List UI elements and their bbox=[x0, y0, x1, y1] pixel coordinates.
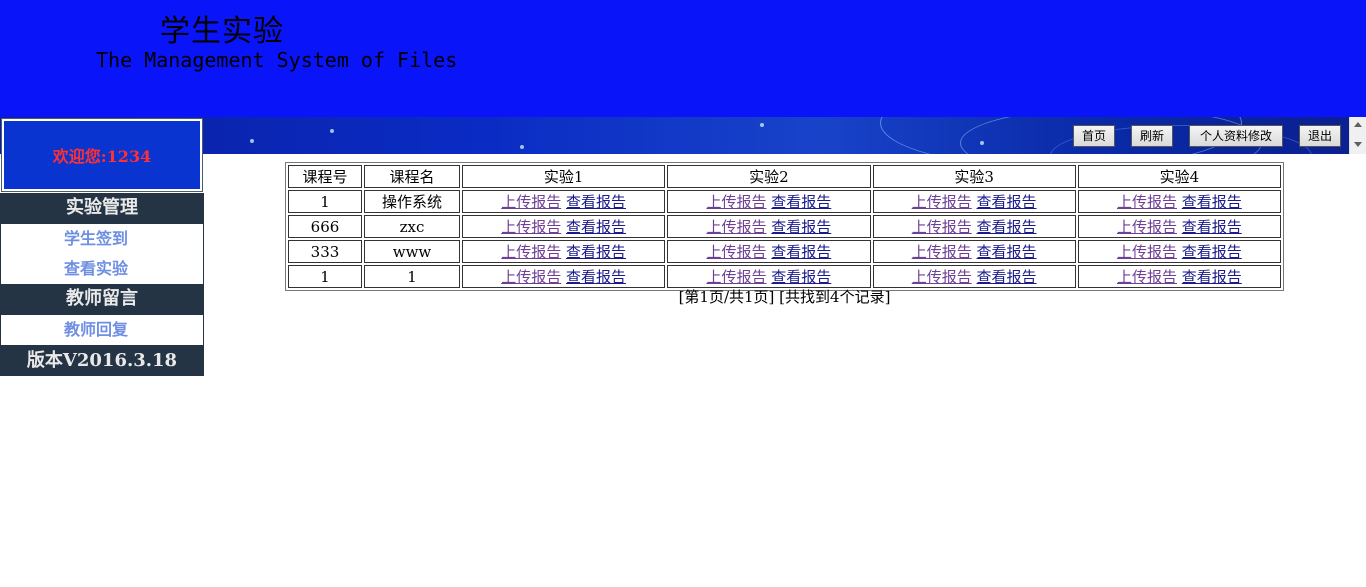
view-report-link[interactable]: 查看报告 bbox=[771, 243, 831, 261]
course-id-cell: 666 bbox=[288, 215, 362, 238]
welcome-text: 欢迎您:1234 bbox=[52, 147, 152, 166]
home-button[interactable]: 首页 bbox=[1073, 125, 1115, 147]
view-report-link[interactable]: 查看报告 bbox=[771, 193, 831, 211]
view-report-link[interactable]: 查看报告 bbox=[566, 268, 626, 286]
course-id-cell: 1 bbox=[288, 190, 362, 213]
course-name-cell: 操作系统 bbox=[364, 190, 460, 213]
banner-sparkle bbox=[520, 145, 524, 149]
course-name-cell: 1 bbox=[364, 265, 460, 288]
experiment-cell: 上传报告 查看报告 bbox=[872, 265, 1076, 288]
view-report-link[interactable]: 查看报告 bbox=[977, 193, 1037, 211]
upload-report-link[interactable]: 上传报告 bbox=[501, 268, 561, 286]
welcome-box: 欢迎您:1234 bbox=[1, 118, 203, 192]
pagination-info: [第1页/共1页] [共找到4个记录] bbox=[678, 288, 891, 306]
course-id-cell: 1 bbox=[288, 265, 362, 288]
experiment-cell: 上传报告 查看报告 bbox=[462, 190, 666, 213]
upload-report-link[interactable]: 上传报告 bbox=[912, 243, 972, 261]
banner-sparkle bbox=[330, 129, 334, 133]
scroll-down-icon[interactable] bbox=[1354, 142, 1362, 147]
menu-section-teacher-messages[interactable]: 教师留言 bbox=[0, 284, 204, 314]
table-header-row: 课程号 课程名 实验1 实验2 实验3 实验4 bbox=[288, 165, 1281, 188]
table-row: 333 www 上传报告 查看报告 上传报告 查看报告 上传报告 查看报告 上传报告 查看… bbox=[288, 240, 1281, 263]
upload-report-link[interactable]: 上传报告 bbox=[912, 193, 972, 211]
view-report-link[interactable]: 查看报告 bbox=[566, 243, 626, 261]
column-header: 实验4 bbox=[1077, 165, 1281, 188]
table-row: 1 1 上传报告 查看报告 上传报告 查看报告 上传报告 查看报告 上传报告 查看报告 bbox=[288, 265, 1281, 288]
experiment-cell: 上传报告 查看报告 bbox=[462, 215, 666, 238]
menu-section-experiment-items: 学生签到 查看实验 bbox=[0, 223, 204, 285]
experiment-table: 课程号 课程名 实验1 实验2 实验3 实验4 1 操作系统 上传报告 查看报告 上传… bbox=[285, 162, 1284, 291]
course-id-cell: 333 bbox=[288, 240, 362, 263]
experiment-cell: 上传报告 查看报告 bbox=[872, 240, 1076, 263]
upload-report-link[interactable]: 上传报告 bbox=[706, 268, 766, 286]
menu-section-experiment-management[interactable]: 实验管理 bbox=[0, 193, 204, 223]
upload-report-link[interactable]: 上传报告 bbox=[706, 193, 766, 211]
view-report-link[interactable]: 查看报告 bbox=[1182, 268, 1242, 286]
column-header: 实验1 bbox=[462, 165, 666, 188]
experiment-cell: 上传报告 查看报告 bbox=[667, 215, 871, 238]
upload-report-link[interactable]: 上传报告 bbox=[1117, 268, 1177, 286]
experiment-cell: 上传报告 查看报告 bbox=[872, 215, 1076, 238]
banner-sparkle bbox=[250, 139, 254, 143]
experiment-cell: 上传报告 查看报告 bbox=[1077, 190, 1281, 213]
upload-report-link[interactable]: 上传报告 bbox=[501, 243, 561, 261]
upload-report-link[interactable]: 上传报告 bbox=[706, 243, 766, 261]
experiment-cell: 上传报告 查看报告 bbox=[462, 240, 666, 263]
column-header: 课程号 bbox=[288, 165, 362, 188]
sidebar-item-view-experiments[interactable]: 查看实验 bbox=[1, 254, 203, 284]
view-report-link[interactable]: 查看报告 bbox=[566, 193, 626, 211]
edit-profile-button[interactable]: 个人资料修改 bbox=[1189, 125, 1283, 147]
view-report-link[interactable]: 查看报告 bbox=[1182, 218, 1242, 236]
upload-report-link[interactable]: 上传报告 bbox=[706, 218, 766, 236]
sidebar-item-student-signin[interactable]: 学生签到 bbox=[1, 224, 203, 254]
experiment-cell: 上传报告 查看报告 bbox=[872, 190, 1076, 213]
view-report-link[interactable]: 查看报告 bbox=[977, 268, 1037, 286]
version-label: 版本V2016.3.18 bbox=[0, 346, 204, 376]
upload-report-link[interactable]: 上传报告 bbox=[1117, 218, 1177, 236]
experiment-cell: 上传报告 查看报告 bbox=[667, 265, 871, 288]
table-row: 1 操作系统 上传报告 查看报告 上传报告 查看报告 上传报告 查看报告 上传报告 查看报… bbox=[288, 190, 1281, 213]
view-report-link[interactable]: 查看报告 bbox=[771, 218, 831, 236]
view-report-link[interactable]: 查看报告 bbox=[566, 218, 626, 236]
upload-report-link[interactable]: 上传报告 bbox=[912, 268, 972, 286]
table-row: 666 zxc 上传报告 查看报告 上传报告 查看报告 上传报告 查看报告 上传报告 查看… bbox=[288, 215, 1281, 238]
scroll-up-icon[interactable] bbox=[1354, 122, 1362, 127]
column-header: 课程名 bbox=[364, 165, 460, 188]
course-name-cell: zxc bbox=[364, 215, 460, 238]
view-report-link[interactable]: 查看报告 bbox=[1182, 243, 1242, 261]
view-report-link[interactable]: 查看报告 bbox=[977, 243, 1037, 261]
frame-scrollbar[interactable] bbox=[1349, 117, 1366, 154]
view-report-link[interactable]: 查看报告 bbox=[771, 268, 831, 286]
page-subtitle: The Management System of Files bbox=[96, 48, 458, 72]
menu-section-message-items: 教师回复 bbox=[0, 314, 204, 346]
upload-report-link[interactable]: 上传报告 bbox=[501, 218, 561, 236]
course-name-cell: www bbox=[364, 240, 460, 263]
page-title: 学生实验 bbox=[160, 14, 284, 49]
view-report-link[interactable]: 查看报告 bbox=[977, 218, 1037, 236]
view-report-link[interactable]: 查看报告 bbox=[1182, 193, 1242, 211]
banner-sparkle bbox=[760, 123, 764, 127]
upload-report-link[interactable]: 上传报告 bbox=[912, 218, 972, 236]
upload-report-link[interactable]: 上传报告 bbox=[501, 193, 561, 211]
experiment-cell: 上传报告 查看报告 bbox=[462, 265, 666, 288]
banner-sparkle bbox=[980, 141, 984, 145]
column-header: 实验3 bbox=[872, 165, 1076, 188]
upload-report-link[interactable]: 上传报告 bbox=[1117, 243, 1177, 261]
app-header: 学生实验 The Management System of Files bbox=[0, 0, 1366, 117]
experiment-cell: 上传报告 查看报告 bbox=[1077, 265, 1281, 288]
experiment-cell: 上传报告 查看报告 bbox=[1077, 240, 1281, 263]
upload-report-link[interactable]: 上传报告 bbox=[1117, 193, 1177, 211]
column-header: 实验2 bbox=[667, 165, 871, 188]
sidebar-item-teacher-reply[interactable]: 教师回复 bbox=[1, 315, 203, 345]
experiment-cell: 上传报告 查看报告 bbox=[667, 190, 871, 213]
experiment-cell: 上传报告 查看报告 bbox=[667, 240, 871, 263]
logout-button[interactable]: 退出 bbox=[1299, 125, 1341, 147]
experiment-cell: 上传报告 查看报告 bbox=[1077, 215, 1281, 238]
refresh-button[interactable]: 刷新 bbox=[1131, 125, 1173, 147]
